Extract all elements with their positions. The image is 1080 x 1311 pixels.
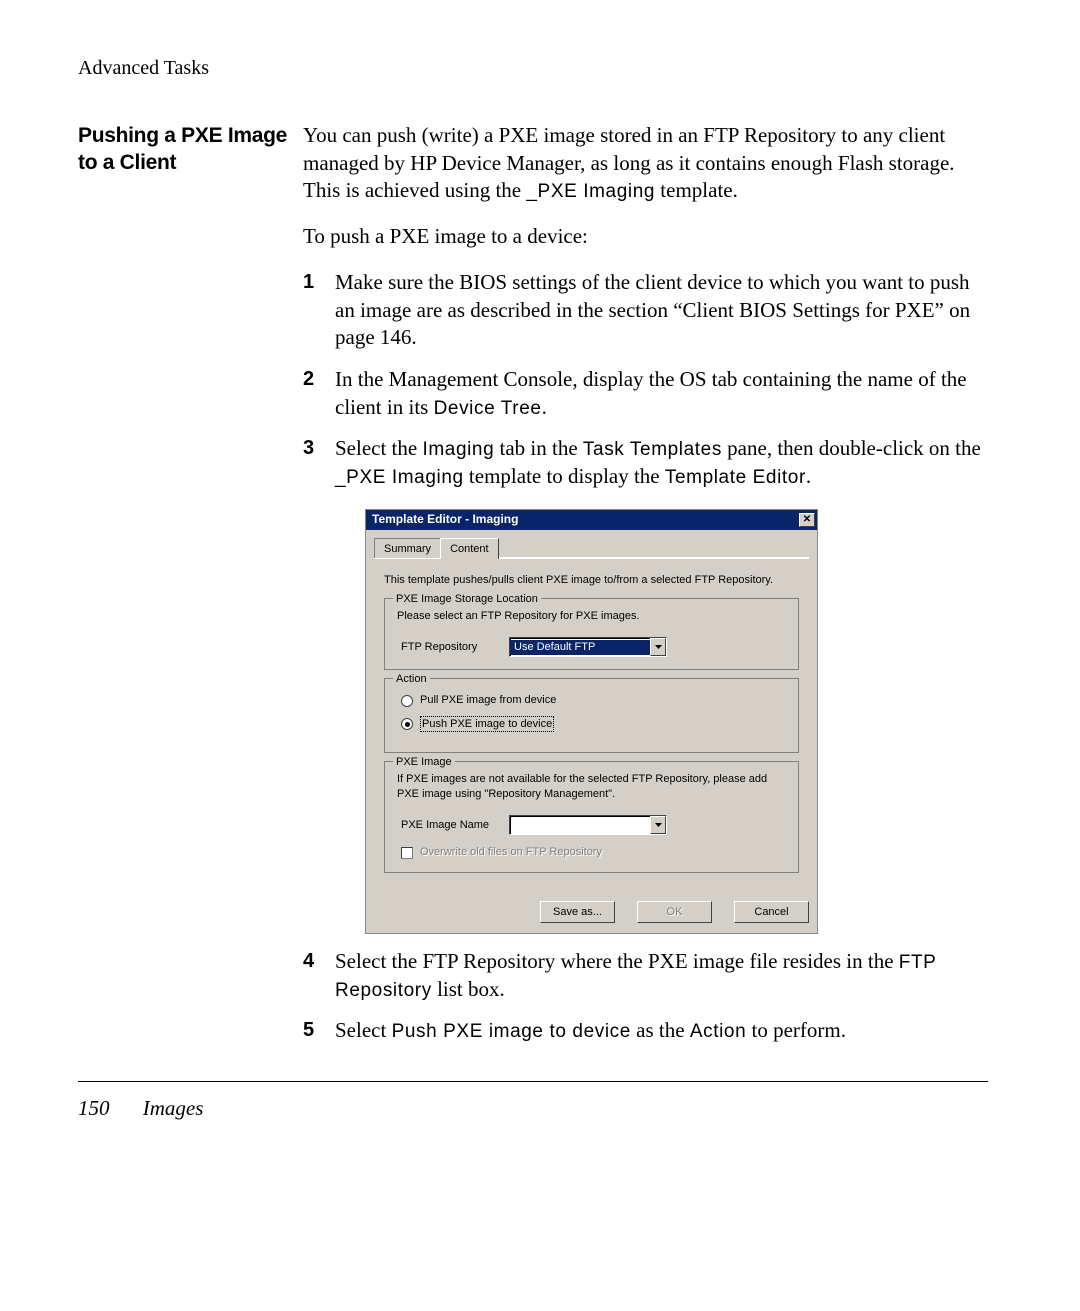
step-number-1: 1 [303, 269, 335, 352]
radio-pull-pxe[interactable]: Pull PXE image from device [401, 693, 786, 708]
step-3-code-h: Template Editor [665, 467, 806, 488]
page-footer: 150 Images [0, 1082, 1080, 1121]
group-pxe-storage-text: Please select an FTP Repository for PXE … [397, 609, 786, 624]
step-list: 1 Make sure the BIOS settings of the cli… [303, 269, 988, 491]
step-number-2: 2 [303, 366, 335, 421]
chevron-down-icon[interactable] [650, 638, 666, 656]
step-3-code-d: Task Templates [583, 439, 722, 460]
step-5-code-d: Action [690, 1021, 746, 1042]
step-2-code-b: Device Tree [434, 398, 542, 419]
chevron-down-icon[interactable] [650, 816, 666, 834]
group-pxe-storage: PXE Image Storage Location Please select… [384, 598, 799, 671]
group-pxe-image-text: If PXE images are not available for the … [397, 772, 786, 801]
radio-icon [401, 695, 413, 707]
step-3-text-e: pane, then double-click on the [722, 436, 981, 460]
step-3-text-i: . [806, 464, 811, 488]
intro-code-1: _PXE Imaging [526, 181, 655, 202]
tab-summary[interactable]: Summary [374, 538, 441, 559]
cancel-button[interactable]: Cancel [734, 901, 809, 923]
step-5-text-c: as the [631, 1018, 690, 1042]
page-number: 150 [78, 1096, 110, 1120]
template-editor-dialog: Template Editor - Imaging ✕ Summary Cont… [365, 509, 818, 934]
group-pxe-image: PXE Image If PXE images are not availabl… [384, 761, 799, 873]
radio-push-pxe[interactable]: Push PXE image to device [401, 716, 786, 733]
footer-section: Images [143, 1096, 204, 1120]
radio-pull-pxe-label: Pull PXE image from device [420, 693, 556, 708]
step-2-text-a: In the Management Console, display the O… [335, 367, 967, 419]
step-1-body: Make sure the BIOS settings of the clien… [335, 269, 988, 352]
dialog-description: This template pushes/pulls client PXE im… [384, 573, 799, 588]
overwrite-checkbox-label: Overwrite old files on FTP Repository [420, 845, 602, 860]
group-action: Action Pull PXE image from device Push P… [384, 678, 799, 753]
step-3-text-a: Select the [335, 436, 422, 460]
step-4-text-c: list box. [432, 977, 505, 1001]
step-5-code-b: Push PXE image to device [392, 1021, 631, 1042]
step-5-text-e: to perform. [746, 1018, 846, 1042]
step-4-body: Select the FTP Repository where the PXE … [335, 948, 988, 1003]
step-5-body: Select Push PXE image to device as the A… [335, 1017, 988, 1045]
step-3-text-g: template to display the [464, 464, 665, 488]
radio-push-pxe-label: Push PXE image to device [420, 716, 554, 733]
close-icon[interactable]: ✕ [799, 513, 815, 527]
group-pxe-storage-legend: PXE Image Storage Location [393, 592, 541, 607]
dialog-titlebar[interactable]: Template Editor - Imaging ✕ [366, 510, 817, 530]
group-pxe-image-legend: PXE Image [393, 755, 455, 770]
save-as-button[interactable]: Save as... [540, 901, 615, 923]
step-number-3: 3 [303, 435, 335, 490]
step-3-code-b: Imaging [422, 439, 494, 460]
step-2-text-c: . [542, 395, 547, 419]
ftp-repository-label: FTP Repository [401, 640, 491, 655]
step-5-text-a: Select [335, 1018, 392, 1042]
step-2-body: In the Management Console, display the O… [335, 366, 988, 421]
group-action-legend: Action [393, 672, 430, 687]
step-3-body: Select the Imaging tab in the Task Templ… [335, 435, 988, 490]
dialog-title: Template Editor - Imaging [372, 512, 518, 528]
pxe-image-name-combo[interactable] [509, 815, 667, 835]
tab-content[interactable]: Content [440, 538, 499, 560]
pxe-image-name-label: PXE Image Name [401, 818, 491, 833]
intro-paragraph: You can push (write) a PXE image stored … [303, 122, 988, 205]
tab-strip: Summary Content [366, 530, 817, 559]
page-header: Advanced Tasks [78, 57, 988, 80]
step-number-4: 4 [303, 948, 335, 1003]
ftp-repository-combo[interactable]: Use Default FTP [509, 637, 667, 657]
step-number-5: 5 [303, 1017, 335, 1045]
step-3-text-c: tab in the [494, 436, 583, 460]
ok-button[interactable]: OK [637, 901, 712, 923]
section-heading: Pushing a PXE Image to a Client [78, 122, 303, 177]
step-list-continued: 4 Select the FTP Repository where the PX… [303, 948, 988, 1045]
step-3-code-f: _PXE Imaging [335, 467, 464, 488]
step-4-text-a: Select the FTP Repository where the PXE … [335, 949, 899, 973]
intro-text-2: template. [655, 178, 738, 202]
ftp-repository-value: Use Default FTP [510, 640, 650, 655]
checkbox-icon [401, 847, 413, 859]
radio-icon [401, 718, 413, 730]
lead-sentence: To push a PXE image to a device: [303, 223, 988, 251]
overwrite-checkbox[interactable]: Overwrite old files on FTP Repository [401, 845, 786, 860]
